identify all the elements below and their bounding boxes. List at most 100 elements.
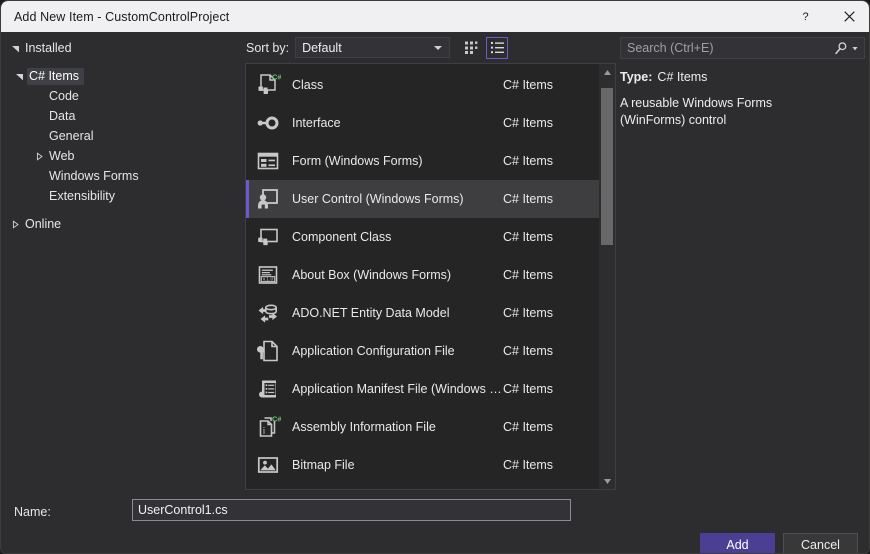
- template-list: C# Class C# Items Interface C# Items Form (Wi…: [246, 64, 599, 489]
- sidebar-item-online[interactable]: Online: [1, 214, 241, 234]
- grid-view-button[interactable]: [460, 37, 482, 59]
- template-list-column: Sort by: Default C# Class C# Items Inter…: [241, 32, 616, 490]
- list-view-icon: [490, 42, 504, 54]
- entitymodel-icon: [253, 298, 283, 328]
- add-button[interactable]: Add: [700, 533, 775, 553]
- search-input[interactable]: [627, 41, 834, 55]
- sidebar-item-label: Windows Forms: [49, 168, 139, 183]
- grid-view-icon: [464, 41, 477, 54]
- close-icon: [843, 11, 855, 22]
- tree-twisty[interactable]: [31, 151, 47, 161]
- list-item[interactable]: User Control (Windows Forms) C# Items: [246, 180, 599, 218]
- search-box[interactable]: [620, 37, 865, 59]
- chevron-right-icon: [12, 219, 19, 229]
- list-item-category: C# Items: [503, 116, 554, 130]
- chevron-up-icon: [603, 69, 611, 75]
- list-item-name: ADO.NET Entity Data Model: [292, 306, 450, 320]
- scrollbar-track[interactable]: [599, 80, 615, 473]
- tree-twisty[interactable]: [7, 44, 23, 53]
- list-item-name: User Control (Windows Forms): [292, 192, 464, 206]
- list-item-name: Interface: [292, 116, 341, 130]
- list-item-category: C# Items: [503, 230, 554, 244]
- chevron-down-icon: [434, 45, 443, 50]
- name-input[interactable]: [138, 503, 570, 517]
- interface-icon: [253, 108, 283, 138]
- sidebar-item-windows-forms[interactable]: Windows Forms: [1, 166, 241, 186]
- view-toggle-group: [460, 36, 509, 59]
- class-icon: C#: [253, 70, 283, 100]
- search-box-icons: [834, 41, 859, 55]
- window-title: Add New Item - CustomControlProject: [14, 9, 230, 24]
- sidebar-item-data[interactable]: Data: [1, 106, 241, 126]
- list-item-category: C# Items: [503, 78, 554, 92]
- sidebar-item-general[interactable]: General: [1, 126, 241, 146]
- close-button[interactable]: [827, 1, 869, 32]
- list-item[interactable]: Application Manifest File (Windows Only)…: [246, 370, 599, 408]
- sidebar-item-label: Online: [25, 216, 62, 231]
- svg-text:v.1.0: v.1.0: [263, 277, 274, 283]
- sidebar-item-label: Code: [49, 88, 79, 103]
- category-tree: Installed C# Items Code Data General Web Windo…: [1, 38, 241, 234]
- sidebar-item-label: C# Items: [27, 67, 85, 85]
- sidebar-item-label: General: [49, 128, 94, 143]
- list-item[interactable]: Component Class C# Items: [246, 218, 599, 256]
- list-item[interactable]: Application Configuration File C# Items: [246, 332, 599, 370]
- list-item-name: Bitmap File: [292, 458, 355, 472]
- sort-by-value: Default: [302, 40, 342, 55]
- list-item[interactable]: v.1.0 About Box (Windows Forms) C# Items: [246, 256, 599, 294]
- sort-by-dropdown[interactable]: Default: [295, 37, 451, 58]
- dialog-footer: Name: Add Cancel: [1, 490, 869, 553]
- list-item[interactable]: Interface C# Items: [246, 104, 599, 142]
- name-field[interactable]: [132, 499, 571, 521]
- list-item-name: Application Manifest File (Windows Only): [292, 382, 503, 396]
- detail-type-row: Type: C# Items: [620, 70, 868, 84]
- sidebar-item-extensibility[interactable]: Extensibility: [1, 186, 241, 206]
- list-item[interactable]: Form (Windows Forms) C# Items: [246, 142, 599, 180]
- list-item-category: C# Items: [503, 458, 554, 472]
- sort-by-label: Sort by:: [246, 40, 290, 55]
- detail-type-value: C# Items: [657, 70, 708, 84]
- list-item-name: Component Class: [292, 230, 392, 244]
- title-bar: Add New Item - CustomControlProject ?: [1, 1, 869, 32]
- form-icon: [253, 146, 283, 176]
- scrollbar-thumb[interactable]: [601, 87, 613, 246]
- sidebar-item-c-items[interactable]: C# Items: [1, 66, 241, 86]
- sidebar-item-web[interactable]: Web: [1, 146, 241, 166]
- scroll-up-button[interactable]: [599, 64, 615, 80]
- chevron-down-icon: [852, 47, 858, 51]
- list-item-name: About Box (Windows Forms): [292, 268, 452, 282]
- sidebar-item-label: Data: [49, 108, 76, 123]
- list-item[interactable]: i C# Assembly Information File C# Items: [246, 408, 599, 446]
- detail-description: A reusable Windows Forms (WinForms) cont…: [620, 96, 773, 127]
- help-button[interactable]: ?: [783, 1, 827, 32]
- manifest-icon: [253, 374, 283, 404]
- sidebar-item-installed[interactable]: Installed: [1, 38, 241, 58]
- list-item-name: Class: [292, 78, 324, 92]
- sidebar-item-code[interactable]: Code: [1, 86, 241, 106]
- list-item-name: Application Configuration File: [292, 344, 455, 358]
- tree-twisty[interactable]: [7, 219, 23, 229]
- list-item[interactable]: Bitmap File C# Items: [246, 446, 599, 484]
- name-label: Name:: [14, 505, 51, 519]
- add-new-item-dialog: Add New Item - CustomControlProject ? In…: [0, 0, 870, 554]
- list-view-button[interactable]: [486, 36, 509, 59]
- chevron-down-icon: [11, 45, 19, 52]
- list-item[interactable]: C# Class C# Items: [246, 66, 599, 104]
- list-item-category: C# Items: [503, 344, 554, 358]
- footer-buttons: Add Cancel: [700, 533, 858, 553]
- list-item-category: C# Items: [503, 420, 554, 434]
- scroll-down-button[interactable]: [599, 473, 615, 489]
- component-icon: [253, 222, 283, 252]
- chevron-right-icon: [36, 151, 43, 161]
- tree-twisty[interactable]: [11, 72, 27, 81]
- list-item-name: Form (Windows Forms): [292, 154, 423, 168]
- svg-text:?: ?: [802, 11, 808, 23]
- list-toolbar: Sort by: Default: [241, 32, 616, 63]
- cancel-button[interactable]: Cancel: [783, 533, 858, 553]
- list-scrollbar[interactable]: [599, 64, 615, 489]
- svg-text:C#: C#: [272, 414, 281, 423]
- detail-type-label: Type:: [620, 70, 653, 84]
- dialog-body: Installed C# Items Code Data General Web Windo…: [1, 32, 869, 553]
- chevron-down-icon: [15, 73, 23, 80]
- list-item[interactable]: ADO.NET Entity Data Model C# Items: [246, 294, 599, 332]
